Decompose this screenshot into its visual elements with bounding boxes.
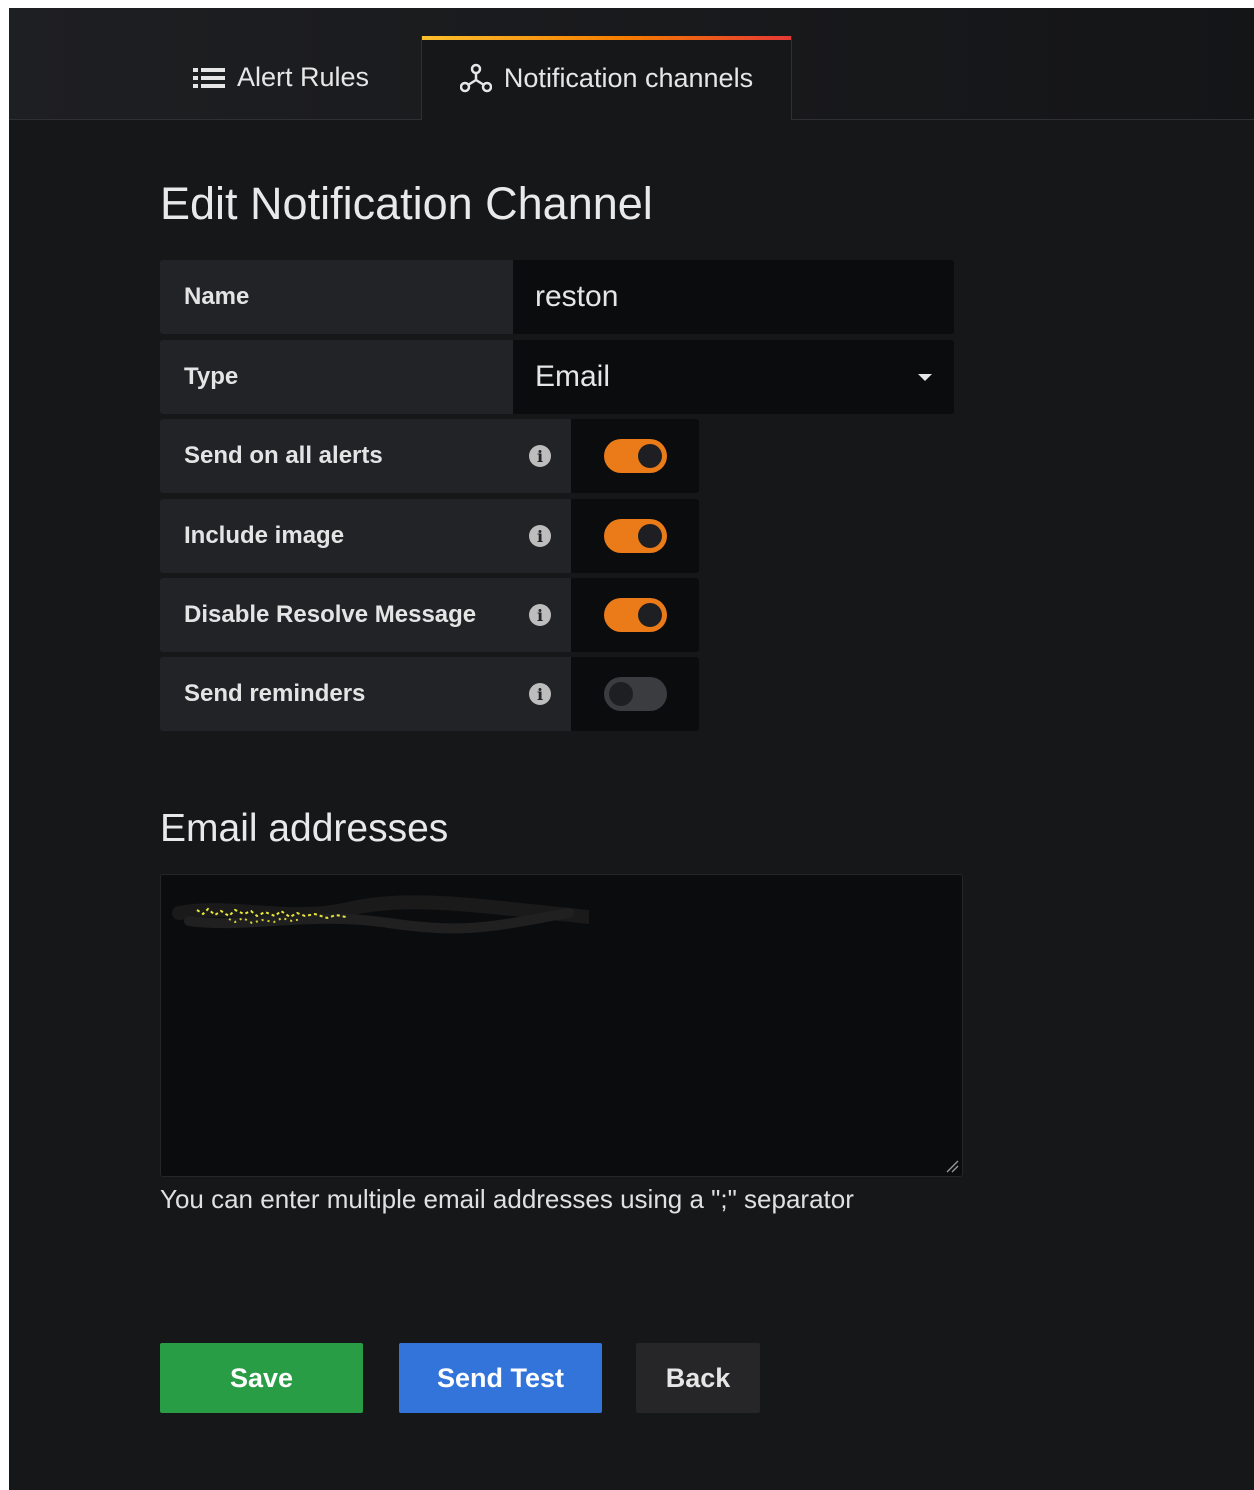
switch-cell bbox=[571, 657, 699, 731]
include-image-toggle[interactable] bbox=[603, 519, 667, 553]
caret-down-icon bbox=[918, 374, 932, 381]
name-input[interactable]: reston bbox=[513, 260, 954, 334]
send-on-all-alerts-toggle[interactable] bbox=[603, 439, 667, 473]
toggle-knob bbox=[637, 524, 662, 548]
switch-row-include-image: Include image i bbox=[160, 499, 699, 573]
tab-label: Alert Rules bbox=[236, 62, 370, 92]
channels-icon bbox=[459, 63, 492, 93]
email-section-title: Email addresses bbox=[160, 807, 449, 850]
info-icon[interactable]: i bbox=[529, 445, 551, 467]
switch-row-send-reminders: Send reminders i bbox=[160, 657, 699, 731]
type-row: Type Email bbox=[160, 340, 954, 414]
switch-cell bbox=[571, 578, 699, 652]
info-icon[interactable]: i bbox=[529, 683, 551, 705]
switch-label: Send on all alerts i bbox=[160, 419, 571, 493]
type-value: Email bbox=[535, 360, 611, 393]
resize-grip-icon[interactable] bbox=[945, 1159, 959, 1173]
tab-notification-channels[interactable]: Notification channels bbox=[421, 36, 792, 120]
switch-row-disable-resolve-message: Disable Resolve Message i bbox=[160, 578, 699, 652]
back-button[interactable]: Back bbox=[636, 1343, 760, 1413]
save-button[interactable]: Save bbox=[160, 1343, 363, 1413]
disable-resolve-message-toggle[interactable] bbox=[603, 598, 667, 632]
info-icon[interactable]: i bbox=[529, 604, 551, 626]
list-icon bbox=[192, 66, 225, 90]
switch-label-text: Disable Resolve Message bbox=[184, 601, 477, 628]
switch-label: Include image i bbox=[160, 499, 571, 573]
name-row: Name reston bbox=[160, 260, 954, 334]
name-value: reston bbox=[535, 280, 619, 313]
page-title: Edit Notification Channel bbox=[160, 178, 653, 229]
app-window: Alert Rules Notification channels Edit N… bbox=[9, 8, 1254, 1490]
send-reminders-toggle[interactable] bbox=[603, 677, 667, 711]
switch-row-send-on-all-alerts: Send on all alerts i bbox=[160, 419, 699, 493]
toggle-knob bbox=[608, 682, 633, 706]
switch-label: Send reminders i bbox=[160, 657, 571, 731]
switch-label-text: Include image bbox=[184, 522, 345, 549]
type-label: Type bbox=[160, 340, 513, 414]
tab-alert-rules[interactable]: Alert Rules bbox=[181, 36, 381, 119]
switch-label-text: Send on all alerts bbox=[184, 442, 383, 469]
email-addresses-textarea[interactable] bbox=[160, 874, 963, 1177]
type-select[interactable]: Email bbox=[513, 340, 954, 414]
tab-bar: Alert Rules Notification channels bbox=[9, 8, 1254, 120]
toggle-knob bbox=[637, 444, 662, 468]
switch-cell bbox=[571, 499, 699, 573]
active-tab-indicator bbox=[422, 36, 791, 40]
toggle-knob bbox=[637, 603, 662, 627]
send-test-button[interactable]: Send Test bbox=[399, 1343, 602, 1413]
tab-label: Notification channels bbox=[503, 62, 754, 93]
info-icon[interactable]: i bbox=[529, 525, 551, 547]
name-label: Name bbox=[160, 260, 513, 334]
email-help-text: You can enter multiple email addresses u… bbox=[160, 1184, 854, 1214]
switch-label-text: Send reminders bbox=[184, 680, 366, 707]
switch-label: Disable Resolve Message i bbox=[160, 578, 571, 652]
redacted-email-scribble bbox=[172, 895, 589, 934]
switch-cell bbox=[571, 419, 699, 493]
